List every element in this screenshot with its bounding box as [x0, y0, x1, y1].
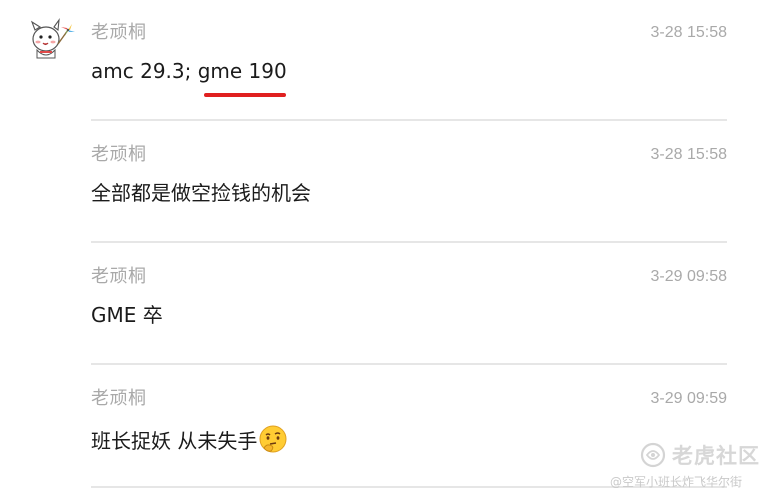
- comment-item: 老顽桐 3-29 09:58 GME 卒: [91, 266, 727, 336]
- comment-text: GME 卒: [91, 303, 163, 327]
- divider: [91, 363, 727, 365]
- comment-text: 班长捉妖 从未失手: [91, 429, 258, 453]
- timestamp: 3-29 09:58: [650, 268, 727, 285]
- cartoon-avatar-icon: [30, 17, 75, 59]
- author-name[interactable]: 老顽桐: [91, 22, 147, 44]
- author-name[interactable]: 老顽桐: [91, 388, 147, 410]
- timestamp: 3-28 15:58: [650, 24, 727, 41]
- divider: [91, 241, 727, 243]
- comment-text: 全部都是做空捡钱的机会: [91, 181, 311, 205]
- red-underline-annotation: [204, 93, 286, 97]
- comment-text: amc 29.3; gme 190: [91, 59, 287, 83]
- thinking-face-icon: [258, 424, 288, 460]
- watermark-title: 老虎社区: [672, 444, 760, 468]
- comment-item: 老顽桐 3-29 09:59 班长捉妖 从未失手: [91, 388, 727, 458]
- comment-item: 老顽桐 3-28 15:58 amc 29.3; gme 190: [91, 22, 727, 92]
- tiger-logo-icon: [640, 442, 666, 468]
- timestamp: 3-29 09:59: [650, 390, 727, 407]
- avatar[interactable]: [28, 14, 78, 64]
- author-name[interactable]: 老顽桐: [91, 144, 147, 166]
- comment-item: 老顽桐 3-28 15:58 全部都是做空捡钱的机会: [91, 144, 727, 214]
- timestamp: 3-28 15:58: [650, 146, 727, 163]
- watermark-subtitle: @空军小班长炸飞华尔街: [610, 475, 743, 489]
- divider: [91, 119, 727, 121]
- author-name[interactable]: 老顽桐: [91, 266, 147, 288]
- comment-content: 班长捉妖 从未失手: [91, 424, 288, 460]
